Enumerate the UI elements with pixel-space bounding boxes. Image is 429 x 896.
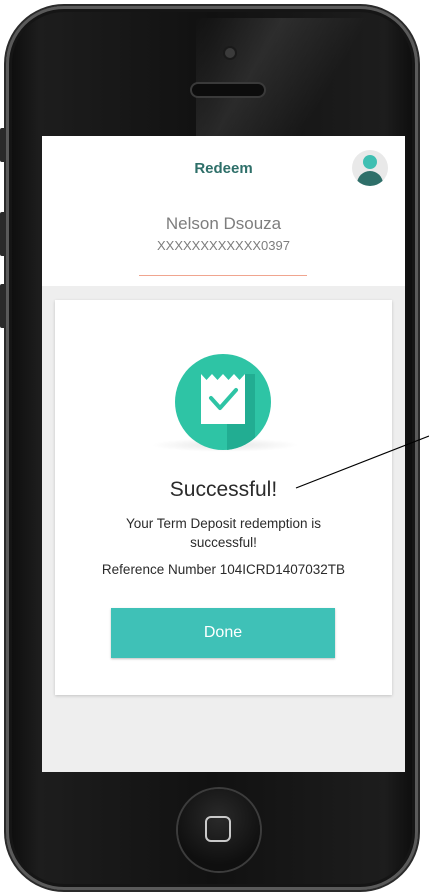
annotation-line xyxy=(295,435,429,489)
